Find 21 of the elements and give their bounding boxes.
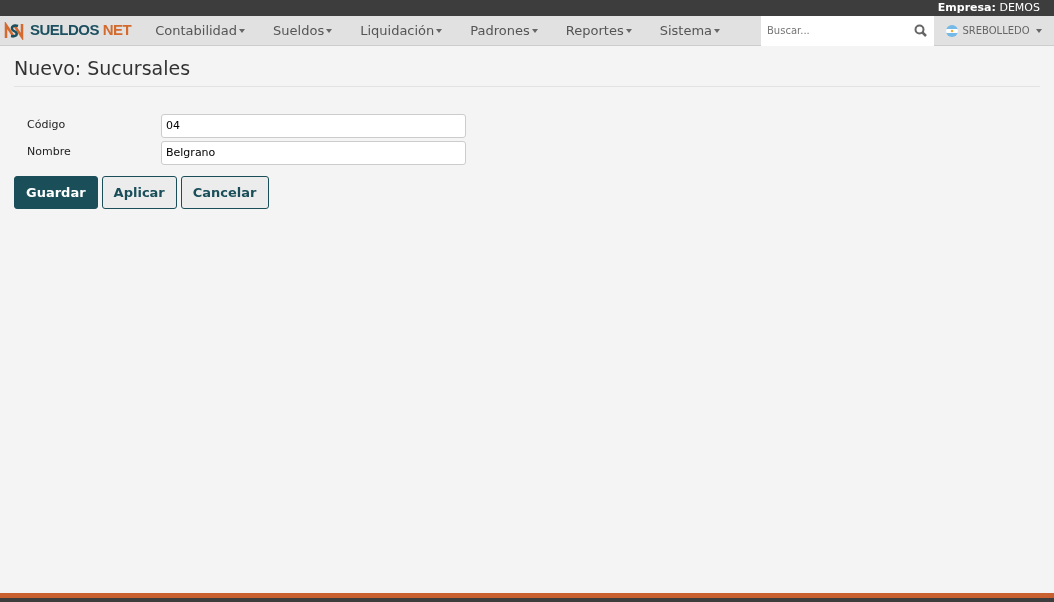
menu-item[interactable]: Sistema [645, 20, 735, 41]
menu-item[interactable]: Padrones [456, 20, 552, 41]
field-label: Nombre [27, 144, 72, 161]
logo-text[interactable]: SUELDOS NET [30, 19, 132, 42]
text-field[interactable]: Belgrano [161, 140, 466, 165]
action-button[interactable]: Cancelar [180, 175, 269, 209]
page-title: Nuevo: Sucursales [14, 54, 1040, 87]
company-label: Empresa: DEMOS [937, 1, 1040, 14]
field-label: Código [27, 117, 67, 134]
text-field[interactable]: 04 [161, 113, 466, 138]
menu-item[interactable]: Sueldos [259, 20, 347, 41]
menu-item[interactable]: Liquidación [346, 20, 457, 41]
menu-item[interactable]: Reportes [551, 20, 646, 41]
menu-item[interactable]: Contabilidad [141, 20, 260, 41]
save-button[interactable]: Guardar [14, 175, 98, 209]
search-field[interactable]: Buscar... [761, 15, 934, 46]
search-icon[interactable] [914, 23, 927, 37]
flag-icon [946, 24, 959, 37]
user-menu[interactable]: SREBOLLEDO [934, 22, 1054, 39]
action-button[interactable]: Aplicar [101, 175, 177, 209]
logo-icon [4, 21, 24, 40]
